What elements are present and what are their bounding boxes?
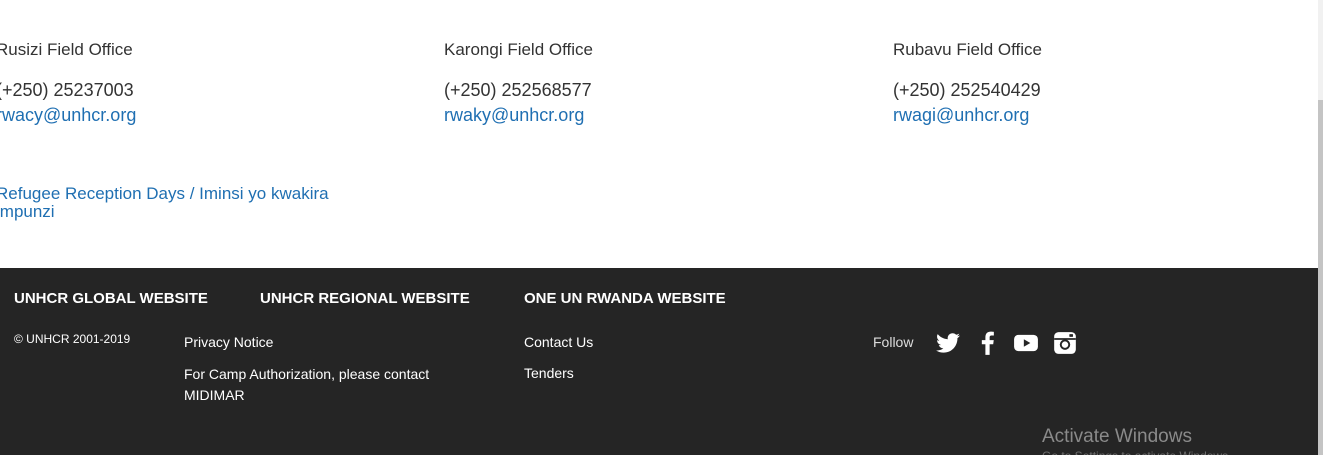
office-email-link[interactable]: rwaky@unhcr.org [444,105,593,126]
contact-section: Rusizi Field Office (+250) 25237003 rwac… [0,0,1318,268]
office-name: Rubavu Field Office [893,40,1042,59]
facebook-icon[interactable] [975,330,1001,356]
office-phone: (+250) 252568577 [444,80,592,100]
office-rubavu: Rubavu Field Office (+250) 252540429 rwa… [893,40,1042,126]
activate-windows-subtitle: Go to Settings to activate Windows. [1042,449,1231,455]
office-email-link[interactable]: rwagi@unhcr.org [893,105,1042,126]
office-name: Karongi Field Office [444,40,593,59]
privacy-notice-link[interactable]: Privacy Notice [184,334,273,350]
site-footer: UNHCR GLOBAL WEBSITE UNHCR REGIONAL WEBS… [0,268,1318,455]
activate-windows-title: Activate Windows [1042,426,1192,447]
unhcr-global-website-link[interactable]: UNHCR GLOBAL WEBSITE [14,290,208,307]
office-email-link[interactable]: rwacy@unhcr.org [0,105,136,126]
copyright-text: © UNHCR 2001-2019 [14,332,131,346]
office-phone: (+250) 252540429 [893,80,1041,100]
office-rusizi: Rusizi Field Office (+250) 25237003 rwac… [0,40,136,126]
unhcr-regional-website-link[interactable]: UNHCR REGIONAL WEBSITE [260,290,470,307]
refugee-reception-days-link[interactable]: Refugee Reception Days / Iminsi yo kwaki… [0,185,376,221]
office-phone: (+250) 25237003 [0,80,134,100]
twitter-icon[interactable] [935,330,961,356]
office-name: Rusizi Field Office [0,40,133,59]
instagram-icon[interactable] [1052,330,1078,356]
one-un-rwanda-website-link[interactable]: ONE UN RWANDA WEBSITE [524,290,726,307]
youtube-icon[interactable] [1013,330,1039,356]
office-karongi: Karongi Field Office (+250) 252568577 rw… [444,40,593,126]
camp-authorization-text: For Camp Authorization, please contact M… [184,366,430,403]
follow-label: Follow [873,334,914,350]
contact-us-link[interactable]: Contact Us [524,334,593,350]
tenders-link[interactable]: Tenders [524,365,574,381]
vertical-scrollbar[interactable] [1318,0,1323,455]
scrollbar-thumb[interactable] [1318,100,1323,455]
